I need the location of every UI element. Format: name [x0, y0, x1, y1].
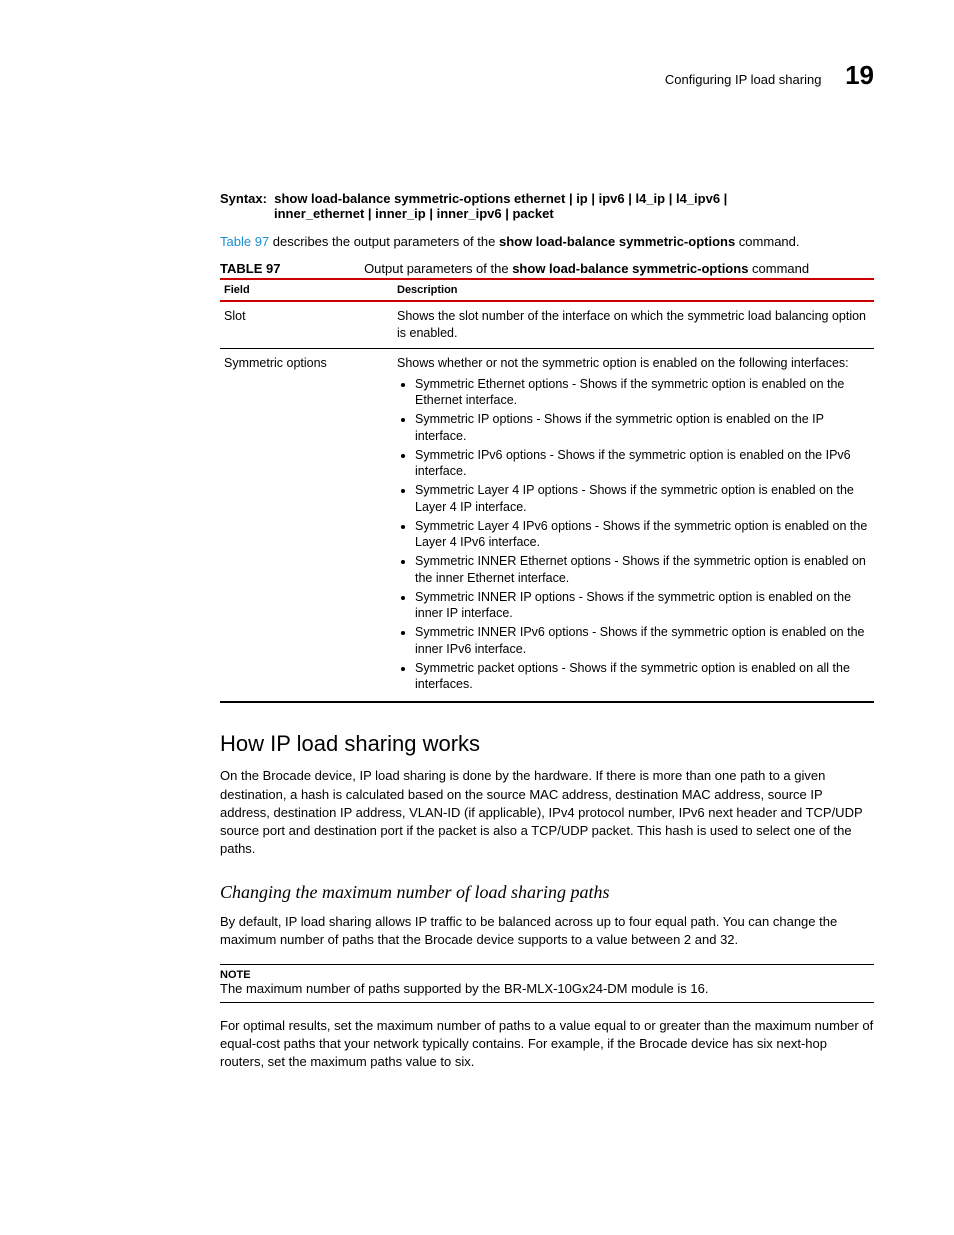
list-item: Symmetric IPv6 options - Shows if the sy…: [415, 447, 870, 480]
syntax-label: Syntax:: [220, 191, 267, 206]
subsection-paragraph-2: For optimal results, set the maximum num…: [220, 1017, 874, 1072]
list-item: Symmetric IP options - Shows if the symm…: [415, 411, 870, 444]
list-item: Symmetric INNER IP options - Shows if th…: [415, 589, 870, 622]
content-body: Syntax: show load-balance symmetric-opti…: [220, 191, 874, 1071]
table-header-row: Field Description: [220, 279, 874, 301]
subsection-heading: Changing the maximum number of load shar…: [220, 882, 874, 903]
table-ref-link[interactable]: Table 97: [220, 234, 269, 249]
cell-description: Shows the slot number of the interface o…: [393, 301, 874, 348]
cell-field: Slot: [220, 301, 393, 348]
running-title: Configuring IP load sharing: [665, 72, 822, 87]
list-item: Symmetric INNER IPv6 options - Shows if …: [415, 624, 870, 657]
section-paragraph: On the Brocade device, IP load sharing i…: [220, 767, 874, 858]
cell-desc-intro: Shows whether or not the symmetric optio…: [397, 355, 870, 372]
col-header-field: Field: [220, 279, 393, 301]
running-header: Configuring IP load sharing 19: [80, 60, 874, 91]
page: Configuring IP load sharing 19 Syntax: s…: [0, 0, 954, 1235]
symmetric-options-list: Symmetric Ethernet options - Shows if th…: [397, 376, 870, 693]
col-header-description: Description: [393, 279, 874, 301]
cell-field: Symmetric options: [220, 348, 393, 702]
table-caption: TABLE 97 Output parameters of the show l…: [220, 261, 874, 276]
cell-description: Shows whether or not the symmetric optio…: [393, 348, 874, 702]
section-heading: How IP load sharing works: [220, 731, 874, 757]
list-item: Symmetric INNER Ethernet options - Shows…: [415, 553, 870, 586]
table-row: Symmetric options Shows whether or not t…: [220, 348, 874, 702]
note-body: The maximum number of paths supported by…: [220, 981, 874, 996]
list-item: Symmetric Layer 4 IPv6 options - Shows i…: [415, 518, 870, 551]
syntax-block: Syntax: show load-balance symmetric-opti…: [220, 191, 874, 221]
note-label: NOTE: [220, 969, 874, 981]
table-row: Slot Shows the slot number of the interf…: [220, 301, 874, 348]
intro-text-1: describes the output parameters of the: [269, 234, 499, 249]
list-item: Symmetric Layer 4 IP options - Shows if …: [415, 482, 870, 515]
note-block: NOTE The maximum number of paths support…: [220, 964, 874, 1003]
list-item: Symmetric Ethernet options - Shows if th…: [415, 376, 870, 409]
intro-text-2: command.: [735, 234, 799, 249]
chapter-number: 19: [845, 60, 874, 90]
table-label: TABLE 97: [220, 261, 280, 276]
list-item: Symmetric packet options - Shows if the …: [415, 660, 870, 693]
table-title: Output parameters of the show load-balan…: [364, 261, 809, 276]
output-parameters-table: Field Description Slot Shows the slot nu…: [220, 278, 874, 703]
intro-cmd: show load-balance symmetric-options: [499, 234, 735, 249]
intro-paragraph: Table 97 describes the output parameters…: [220, 233, 874, 251]
syntax-line-1: show load-balance symmetric-options ethe…: [271, 191, 728, 206]
syntax-line-2: inner_ethernet | inner_ip | inner_ipv6 |…: [274, 206, 874, 221]
subsection-paragraph-1: By default, IP load sharing allows IP tr…: [220, 913, 874, 949]
